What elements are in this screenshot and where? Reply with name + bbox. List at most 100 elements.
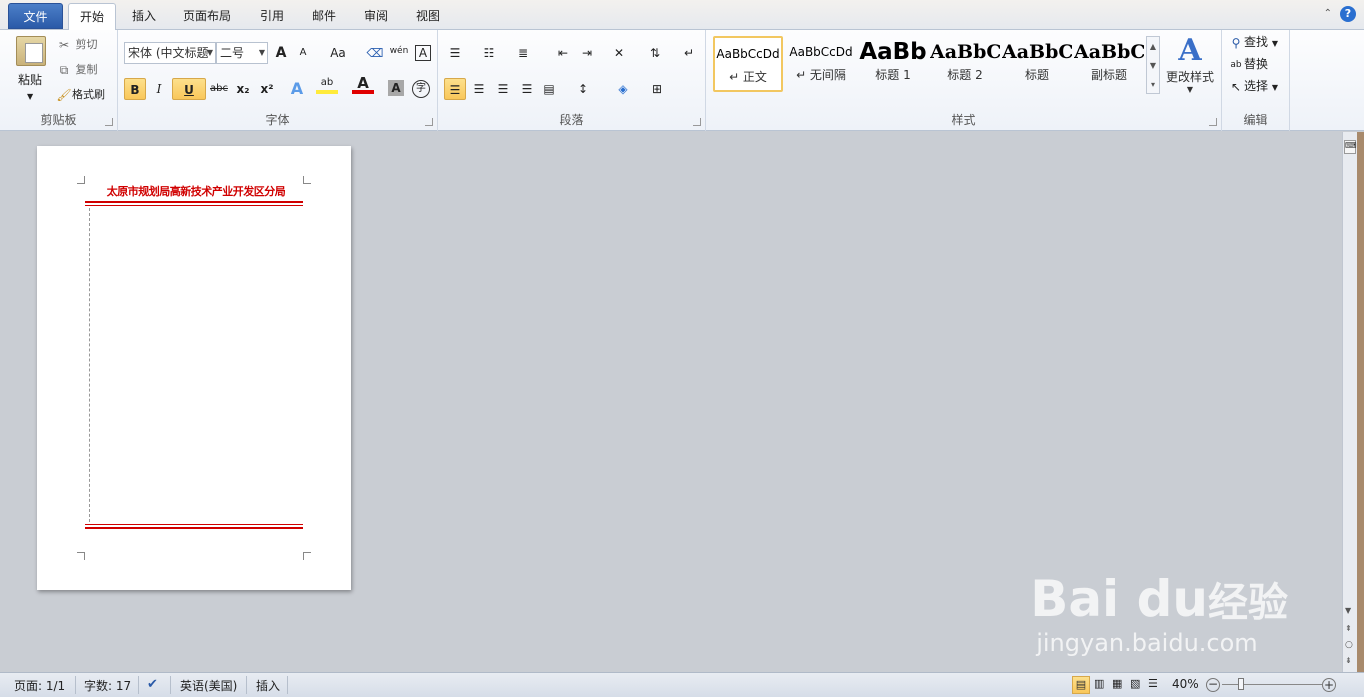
chinese-layout-icon[interactable]: ✕ bbox=[608, 42, 630, 64]
copy-button[interactable]: ⧉ 复制 bbox=[56, 60, 98, 80]
styles-launcher-icon[interactable] bbox=[1209, 118, 1217, 126]
paste-dropdown-icon[interactable]: ▼ bbox=[27, 87, 33, 107]
cut-button[interactable]: ✂ 剪切 bbox=[56, 35, 98, 55]
subscript-button[interactable]: x₂ bbox=[232, 78, 254, 100]
underline-button[interactable]: U bbox=[172, 78, 206, 100]
sort-icon[interactable]: ⇅ bbox=[644, 42, 666, 64]
help-icon[interactable]: ? bbox=[1340, 6, 1356, 22]
style-heading-2[interactable]: AaBbC 标题 2 bbox=[930, 36, 1000, 92]
vertical-scrollbar[interactable]: ⌨ ▼ ⇞ ○ ⇟ bbox=[1342, 132, 1357, 672]
line-spacing-icon[interactable]: ↕ bbox=[572, 78, 594, 100]
font-size-combo[interactable]: 二号 ▼ bbox=[216, 42, 268, 64]
style-no-spacing[interactable]: AaBbCcDd ↵ 无间隔 bbox=[786, 36, 856, 92]
watermark-brand: Bai du bbox=[1030, 570, 1208, 628]
scroll-down-icon[interactable]: ▼ bbox=[1345, 606, 1351, 615]
chevron-down-icon: ▼ bbox=[1186, 85, 1194, 94]
style-subtitle[interactable]: AaBbC 副标题 bbox=[1074, 36, 1144, 92]
show-marks-icon[interactable]: ↵ bbox=[678, 42, 700, 64]
zoom-slider[interactable] bbox=[1222, 684, 1322, 685]
paragraph-launcher-icon[interactable] bbox=[693, 118, 701, 126]
watermark-url: jingyan.baidu.com bbox=[1036, 629, 1258, 657]
replace-button[interactable]: ab 替换 bbox=[1228, 54, 1268, 74]
font-group: 宋体 (中文标题 ▼ 二号 ▼ A A Aa ⌫ wén A B I U abc x… bbox=[118, 30, 438, 131]
zoom-out-icon[interactable]: − bbox=[1206, 678, 1220, 692]
align-center-icon[interactable]: ☰ bbox=[468, 78, 490, 100]
bullets-icon[interactable]: ☰ bbox=[444, 42, 466, 64]
change-case-button[interactable]: Aa bbox=[324, 42, 352, 64]
style-title[interactable]: AaBbC 标题 bbox=[1002, 36, 1072, 92]
baidu-watermark: Bai du经验 jingyan.baidu.com bbox=[1030, 573, 1288, 657]
tab-mailings[interactable]: 邮件 bbox=[302, 3, 346, 29]
multilevel-list-icon[interactable]: ≣ bbox=[512, 42, 534, 64]
ruler-toggle-icon[interactable]: ⌨ bbox=[1344, 140, 1357, 154]
clipboard-group-label: 剪贴板 bbox=[40, 113, 77, 127]
strikethrough-button[interactable]: abc bbox=[208, 78, 230, 100]
char-border-button[interactable]: A bbox=[415, 45, 431, 61]
zoom-slider-thumb[interactable] bbox=[1238, 678, 1244, 690]
tab-file[interactable]: 文件 bbox=[8, 3, 63, 29]
red-rule-bottom-thin bbox=[85, 524, 303, 525]
prev-page-icon[interactable]: ⇞ bbox=[1345, 624, 1352, 633]
superscript-button[interactable]: x² bbox=[256, 78, 278, 100]
web-layout-icon[interactable]: ▦ bbox=[1112, 677, 1122, 690]
styles-gallery-scroll[interactable]: ▲ ▼ ▾ bbox=[1146, 36, 1160, 94]
clipboard-launcher-icon[interactable] bbox=[105, 118, 113, 126]
red-rule-bottom bbox=[85, 527, 303, 529]
page-count[interactable]: 页面: 1/1 bbox=[14, 677, 65, 694]
proofing-icon[interactable]: ✔ bbox=[147, 677, 158, 692]
enclose-char-button[interactable]: 字 bbox=[412, 80, 430, 98]
font-color-button[interactable]: A bbox=[352, 76, 374, 94]
find-button[interactable]: ⚲ 查找 ▼ bbox=[1228, 32, 1278, 54]
align-left-icon[interactable]: ☰ bbox=[444, 78, 466, 100]
tab-page-layout[interactable]: 页面布局 bbox=[172, 3, 242, 29]
char-shading-button[interactable]: A bbox=[388, 80, 404, 96]
change-styles-icon: A bbox=[1178, 33, 1202, 68]
paste-icon[interactable] bbox=[16, 36, 46, 66]
draft-icon[interactable]: ☰ bbox=[1148, 677, 1158, 690]
outline-icon[interactable]: ▧ bbox=[1130, 677, 1140, 690]
highlight-button[interactable]: ab bbox=[316, 76, 338, 94]
paragraph-shading-icon[interactable]: ◈ bbox=[612, 78, 634, 100]
crop-mark bbox=[77, 552, 85, 560]
increase-indent-icon[interactable]: ⇥ bbox=[576, 42, 598, 64]
tab-references[interactable]: 引用 bbox=[250, 3, 294, 29]
zoom-level[interactable]: 40% bbox=[1172, 677, 1199, 691]
word-count[interactable]: 字数: 17 bbox=[84, 677, 131, 694]
bold-button[interactable]: B bbox=[124, 78, 146, 100]
select-button[interactable]: ↖ 选择 ▼ bbox=[1228, 76, 1278, 98]
status-bar: 页面: 1/1 字数: 17 ✔ 英语(美国) 插入 ▤ ▥ ▦ ▧ ☰ 40%… bbox=[0, 672, 1364, 697]
reading-layout-icon[interactable]: ▥ bbox=[1094, 677, 1104, 690]
minimize-ribbon-icon[interactable]: ⌃ bbox=[1324, 8, 1332, 19]
document-page[interactable]: 太原市规划局高新技术产业开发区分局 bbox=[37, 146, 351, 590]
next-page-icon[interactable]: ⇟ bbox=[1345, 656, 1352, 665]
language-indicator[interactable]: 英语(美国) bbox=[180, 677, 237, 694]
print-layout-icon[interactable]: ▤ bbox=[1072, 676, 1090, 694]
align-right-icon[interactable]: ☰ bbox=[492, 78, 514, 100]
zoom-in-icon[interactable]: + bbox=[1322, 678, 1336, 692]
document-heading[interactable]: 太原市规划局高新技术产业开发区分局 bbox=[85, 183, 307, 199]
distributed-icon[interactable]: ▤ bbox=[538, 78, 560, 100]
tab-insert[interactable]: 插入 bbox=[122, 3, 166, 29]
format-painter-button[interactable]: 🖌格式刷 bbox=[56, 85, 105, 105]
style-normal[interactable]: AaBbCcDd ↵ 正文 bbox=[713, 36, 783, 92]
text-effects-button[interactable]: A bbox=[286, 78, 308, 100]
tab-view[interactable]: 视图 bbox=[406, 3, 450, 29]
change-styles-button[interactable]: A 更改样式 ▼ bbox=[1166, 33, 1214, 95]
justify-icon[interactable]: ☰ bbox=[516, 78, 538, 100]
browse-object-icon[interactable]: ○ bbox=[1345, 640, 1353, 650]
numbering-icon[interactable]: ☷ bbox=[478, 42, 500, 64]
style-heading-1[interactable]: AaBb 标题 1 bbox=[858, 36, 928, 92]
font-launcher-icon[interactable] bbox=[425, 118, 433, 126]
insert-mode[interactable]: 插入 bbox=[256, 677, 280, 694]
scissors-icon: ✂ bbox=[58, 38, 70, 52]
font-name-combo[interactable]: 宋体 (中文标题 ▼ bbox=[124, 42, 216, 64]
italic-button[interactable]: I bbox=[148, 78, 170, 100]
borders-icon[interactable]: ⊞ bbox=[646, 78, 668, 100]
tab-review[interactable]: 审阅 bbox=[354, 3, 398, 29]
pinyin-button[interactable]: wén bbox=[388, 40, 410, 62]
grow-font-button[interactable]: A bbox=[270, 42, 292, 64]
decrease-indent-icon[interactable]: ⇤ bbox=[552, 42, 574, 64]
clear-format-icon[interactable]: ⌫ bbox=[364, 42, 386, 64]
tab-home[interactable]: 开始 bbox=[68, 3, 116, 31]
shrink-font-button[interactable]: A bbox=[292, 42, 314, 64]
